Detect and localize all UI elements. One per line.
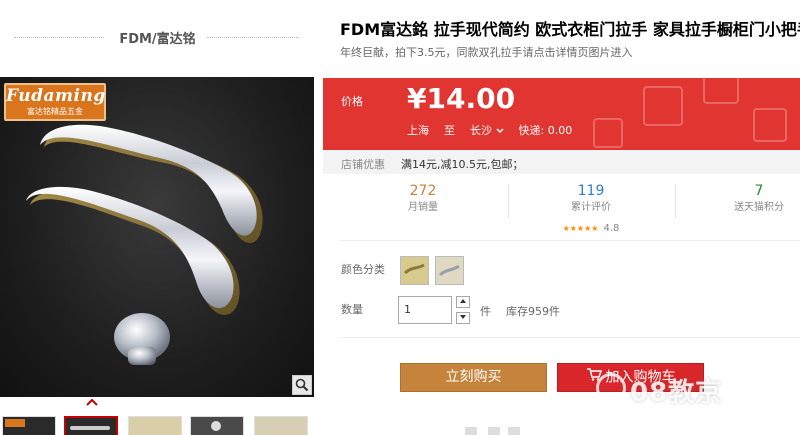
color-option-gold[interactable] (400, 256, 429, 285)
decorative-pattern (753, 108, 787, 142)
product-page: FDM/富达铭 Fudaming 富达铭精品五金 FDM富达銘 拉手现代简约 欧… (0, 0, 800, 435)
price-panel: 价格 ¥14.00 上海 至 长沙 快递: 0.00 (323, 78, 800, 150)
divider (508, 184, 509, 218)
shop-name[interactable]: FDM/富达铭 (0, 28, 315, 47)
thumbnail[interactable] (2, 416, 56, 435)
price-label: 价格 (341, 95, 363, 108)
watermark: 08教京 (630, 378, 723, 408)
watermark-logo (596, 373, 626, 403)
search-icon (295, 378, 309, 395)
quantity-label: 数量 (341, 303, 363, 316)
share-icon[interactable] (508, 427, 520, 435)
buy-now-button[interactable]: 立刻购买 (400, 363, 547, 392)
color-option-chrome[interactable] (435, 256, 464, 285)
decorative-pattern (643, 86, 683, 126)
main-product-image[interactable]: Fudaming 富达铭精品五金 (0, 77, 314, 397)
brand-logo: Fudaming 富达铭精品五金 (4, 83, 106, 121)
review-count[interactable]: 119 累计评价 ★★★★★ 4.8 (531, 182, 651, 235)
promo-text: 满14元,减10.5元,包邮； (401, 158, 524, 171)
quantity-decrease-button[interactable] (456, 312, 470, 324)
shipping-row: 上海 至 长沙 快递: 0.00 (407, 122, 572, 138)
color-label: 颜色分类 (341, 263, 385, 276)
thumbnail[interactable] (190, 416, 244, 435)
destination-select[interactable]: 长沙 (470, 124, 507, 137)
quantity-unit: 件 (480, 305, 491, 318)
rating-stars-icon: ★★★★★ (562, 224, 599, 233)
product-title: FDM富达銘 拉手现代简约 欧式衣柜门拉手 家具拉手橱柜门小把手 (340, 20, 800, 39)
thumbnail[interactable] (128, 416, 182, 435)
promotion-row: 店铺优惠 满14元,减10.5元,包邮； (323, 150, 800, 174)
promo-label: 店铺优惠 (341, 158, 385, 171)
quantity-increase-button[interactable] (456, 296, 470, 308)
shop-header: FDM/富达铭 (0, 0, 315, 75)
price-value: ¥14.00 (407, 82, 516, 115)
tmall-points: 7 送天猫积分 (734, 183, 784, 213)
share-icon[interactable] (465, 427, 477, 435)
chevron-up-icon[interactable] (86, 398, 98, 409)
stock-count: 库存959件 (506, 305, 560, 318)
ship-from: 上海 (407, 124, 429, 137)
ship-to-word: 至 (444, 124, 455, 137)
thumbnail-strip (0, 412, 314, 435)
quantity-input[interactable]: 1 (398, 296, 452, 324)
product-subtitle[interactable]: 年终巨献，拍下3.5元，同款双孔拉手请点击详情页图片进入 (340, 44, 633, 60)
decorative-pattern (593, 118, 623, 148)
thumbnail[interactable] (254, 416, 308, 435)
thumbnail-selected[interactable] (64, 416, 118, 435)
chevron-down-icon (495, 124, 508, 137)
divider (340, 337, 800, 338)
divider (340, 240, 800, 241)
monthly-sales: 272 月销量 (408, 183, 438, 213)
stats-bar: 272 月销量 119 累计评价 ★★★★★ 4.8 7 送天猫积分 (323, 174, 800, 238)
zoom-button[interactable] (292, 375, 312, 395)
cabinet-handles-illustration (26, 124, 263, 365)
divider (675, 184, 676, 218)
rating-value: 4.8 (603, 223, 620, 234)
share-icon[interactable] (488, 427, 500, 435)
decorative-pattern (703, 78, 739, 104)
delivery-fee: 快递: 0.00 (518, 124, 573, 137)
